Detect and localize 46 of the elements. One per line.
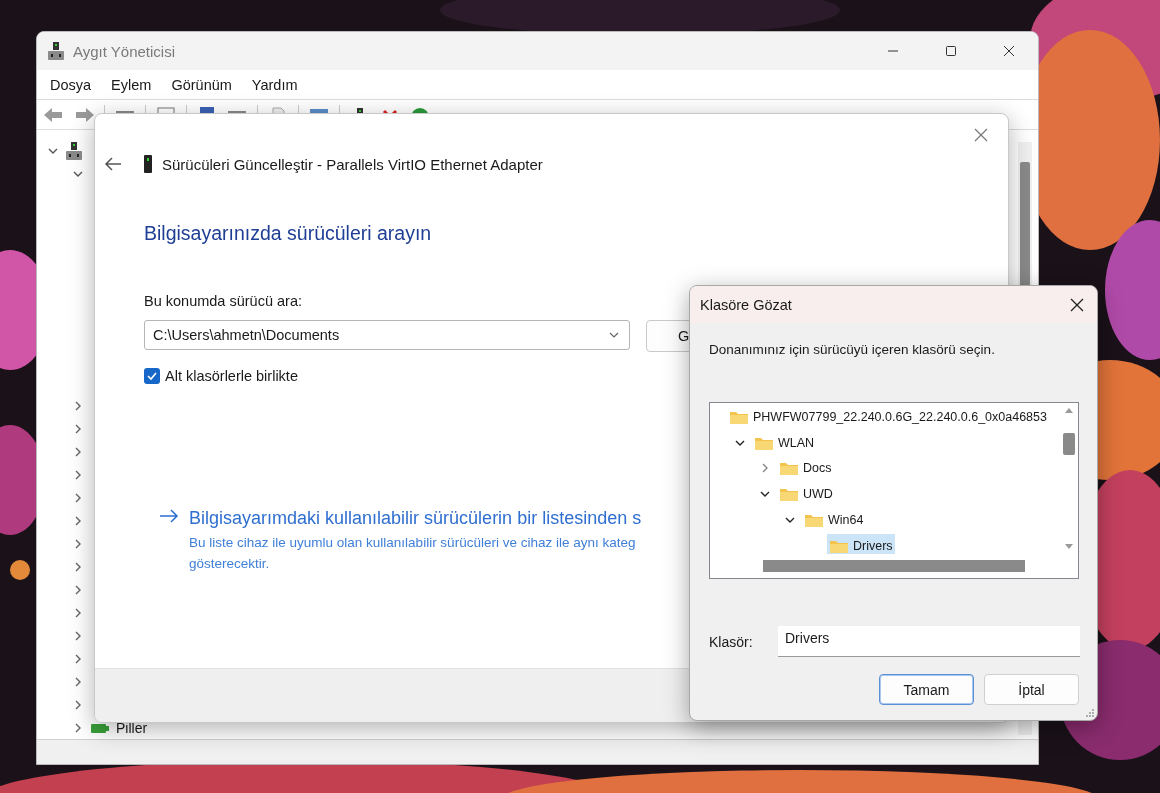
folder-icon <box>779 460 799 477</box>
dialog-button[interactable]: Tamam <box>879 674 974 705</box>
tree-label[interactable]: Piller <box>116 719 148 736</box>
folder-item[interactable]: UWD <box>777 482 835 507</box>
back-arrow-icon <box>104 156 122 172</box>
folder-field[interactable]: Drivers <box>778 626 1080 657</box>
folder-item[interactable]: Drivers <box>827 533 895 554</box>
folder-icon <box>779 486 799 503</box>
scrollbar-thumb[interactable] <box>1063 433 1075 455</box>
checkbox-label[interactable]: Alt klasörlerle birlikte <box>165 368 298 384</box>
folder-item[interactable]: WLAN <box>752 430 817 455</box>
dropdown-caret-icon <box>609 331 619 339</box>
close-icon <box>1003 45 1015 57</box>
path-combobox[interactable]: C:\Users\ahmetn\Documents <box>144 320 630 350</box>
dialog-title: Sürücüleri Güncelleştir - Parallels VirtIO Ethernet Adapter <box>162 155 543 173</box>
menu-item[interactable]: Yardım <box>241 76 308 93</box>
option-link[interactable]: Bilgisayarımdaki kullanılabilir sürücülerin bir listesinden s <box>189 508 642 529</box>
device-manager-icon <box>47 41 65 61</box>
back-button[interactable] <box>104 156 122 172</box>
resize-grip-icon <box>1085 708 1095 718</box>
dialog-title: Klasöre Gözat <box>700 296 792 313</box>
menu-item[interactable]: Görünüm <box>161 76 242 93</box>
field-label: Bu konumda sürücü ara: <box>144 293 302 309</box>
close-icon <box>1070 297 1084 312</box>
window-title: Aygıt Yöneticisi <box>73 42 175 60</box>
menu-item[interactable]: Eylem <box>101 76 162 93</box>
device-icon <box>142 154 154 174</box>
page-heading: Bilgisayarınızda sürücüleri arayın <box>144 222 432 245</box>
maximize-icon <box>945 45 957 57</box>
arrow-icon <box>159 508 179 524</box>
computer-icon <box>65 140 83 161</box>
folder-item[interactable]: PHWFW07799_22.240.0.6G_22.240.0.6_0x0a46853 <box>727 404 1049 429</box>
scrollbar-thumb[interactable] <box>763 560 1025 572</box>
field-label: Klasör: <box>709 633 754 650</box>
folder-item[interactable]: Win64 <box>802 508 866 533</box>
instruction-text: Donanımınız için sürücüyü içeren klasörü seçin. <box>709 342 996 357</box>
menu-item[interactable]: Dosya <box>40 76 102 93</box>
folder-item[interactable]: Docs <box>777 456 834 481</box>
option-description: Bu liste cihaz ile uyumlu olan kullanılabilir sürücüleri ve cihaz ile aynı kateg gösterecektir. <box>189 534 637 573</box>
dialog-button[interactable]: İptal <box>984 674 1079 705</box>
folder-icon <box>804 512 824 529</box>
checkbox[interactable] <box>144 368 160 384</box>
folder-tree[interactable]: PHWFW07799_22.240.0.6G_22.240.0.6_0x0a46853 WLAN Docs UWD Win64 Drivers <box>709 402 1079 579</box>
scroll-up-icon[interactable] <box>1065 407 1073 413</box>
close-icon <box>974 128 988 142</box>
scroll-down-icon[interactable] <box>1065 544 1073 550</box>
